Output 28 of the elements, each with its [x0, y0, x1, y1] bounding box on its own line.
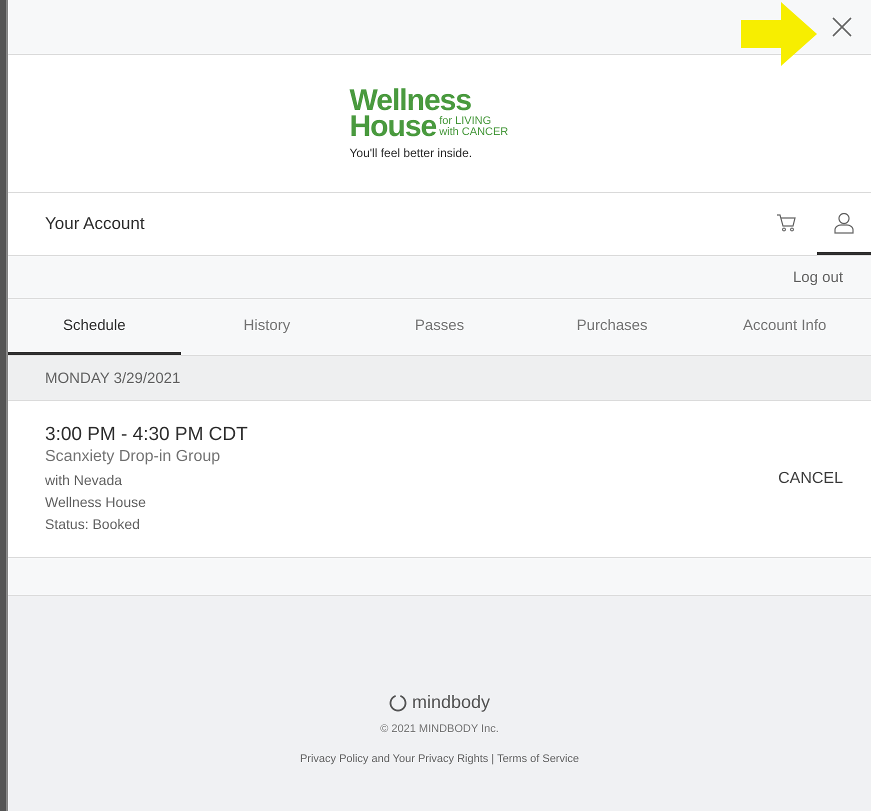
class-time: 3:00 PM - 4:30 PM CDT [45, 424, 248, 446]
logout-link[interactable]: Log out [792, 268, 843, 286]
close-icon[interactable] [831, 16, 853, 38]
privacy-link[interactable]: Privacy Policy and Your Privacy Rights [300, 753, 488, 765]
booking-status: Status: Booked [45, 514, 141, 534]
separator: | [491, 753, 494, 765]
cancel-button[interactable]: CANCEL [778, 466, 843, 492]
location-name: Wellness House [45, 492, 147, 512]
logo-tagline: You'll feel better inside. [350, 146, 474, 160]
tab[interactable]: Account Info [698, 299, 871, 355]
brand-name: mindbody [412, 692, 490, 713]
copyright-text: © 2021 MINDBODY Inc. [380, 723, 499, 735]
user-icon [834, 212, 854, 234]
logo-subtext: with CANCER [439, 126, 508, 138]
logo-text: Wellness [350, 88, 472, 114]
instructor-name: with Nevada [45, 470, 124, 490]
tab[interactable]: Passes [353, 299, 526, 355]
page-title: Your Account [45, 214, 145, 234]
cart-icon [776, 214, 796, 232]
tab[interactable]: History [180, 299, 354, 355]
terms-link[interactable]: Terms of Service [497, 753, 580, 765]
tab[interactable]: Purchases [526, 299, 698, 355]
class-name: Scanxiety Drop-in Group [45, 448, 222, 466]
logo-subtext: for LIVING [439, 116, 492, 126]
date-heading: MONDAY 3/29/2021 [45, 370, 180, 386]
mindbody-logo-icon [388, 694, 407, 712]
logo-text: House [350, 114, 436, 140]
arrow-icon [741, 2, 817, 66]
